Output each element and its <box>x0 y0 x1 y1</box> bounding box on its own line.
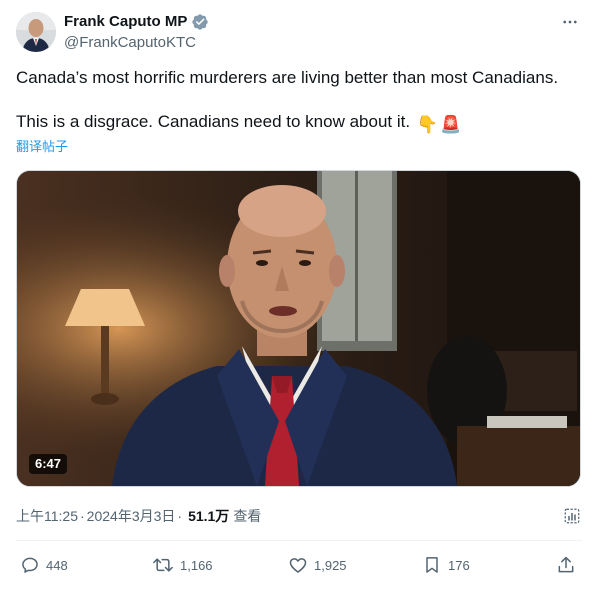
author-display-name[interactable]: Frank Caputo MP <box>64 12 187 32</box>
share-button[interactable] <box>556 552 576 578</box>
tweet-text-line-2-text: This is a disgrace. Canadians need to kn… <box>16 112 411 131</box>
meta-separator: · <box>80 508 85 524</box>
reply-icon <box>22 557 38 573</box>
analytics-button[interactable] <box>561 505 583 527</box>
author-name-row: Frank Caputo MP <box>64 12 209 32</box>
views-label: 查看 <box>233 508 262 524</box>
bookmark-button[interactable]: 176 <box>422 552 470 578</box>
video-thumbnail <box>17 171 580 486</box>
translate-post-link[interactable]: 翻译帖子 <box>16 139 68 155</box>
share-icon <box>558 556 574 573</box>
like-count: 1,925 <box>314 557 347 573</box>
tweet-meta: 上午11:25 · 2024年3月3日 · 51.1万 查看 <box>16 506 261 526</box>
pointing-down-emoji-icon: 👇 <box>416 115 438 134</box>
reply-button[interactable]: 448 <box>20 552 68 578</box>
repost-button[interactable]: 1,166 <box>152 552 213 578</box>
author-handle[interactable]: @FrankCaputoKTC <box>64 33 196 53</box>
more-options-button[interactable] <box>558 12 582 32</box>
tweet-text-line-1: Canada’s most horrific murderers are liv… <box>16 68 559 87</box>
more-dots-icon <box>563 20 577 24</box>
analytics-icon <box>564 508 580 524</box>
tweet-text-line-2: This is a disgrace. Canadians need to kn… <box>16 110 586 137</box>
verified-badge-icon <box>191 13 209 31</box>
tweet-text: Canada’s most horrific murderers are liv… <box>16 66 586 137</box>
video-duration-badge: 6:47 <box>29 454 68 474</box>
avatar[interactable] <box>16 12 56 52</box>
bookmark-count: 176 <box>448 557 470 573</box>
repost-count: 1,166 <box>180 557 213 573</box>
tweet-date[interactable]: 2024年3月3日 <box>87 506 176 526</box>
video-player[interactable]: 6:47 <box>16 170 581 487</box>
reply-count: 448 <box>46 557 68 573</box>
action-bar: 448 1,166 1,925 176 <box>16 552 582 578</box>
divider <box>16 540 582 541</box>
meta-separator-2: · <box>177 508 183 524</box>
heart-icon <box>289 558 307 573</box>
tweet-card: Frank Caputo MP @FrankCaputoKTC Canada’s… <box>0 0 598 596</box>
views-count: 51.1万 <box>188 508 230 524</box>
tweet-time[interactable]: 上午11:25 <box>16 506 78 526</box>
bookmark-icon <box>426 557 438 573</box>
police-light-emoji-icon: 🚨 <box>439 115 462 134</box>
like-button[interactable]: 1,925 <box>288 552 347 578</box>
repost-icon <box>153 558 173 572</box>
